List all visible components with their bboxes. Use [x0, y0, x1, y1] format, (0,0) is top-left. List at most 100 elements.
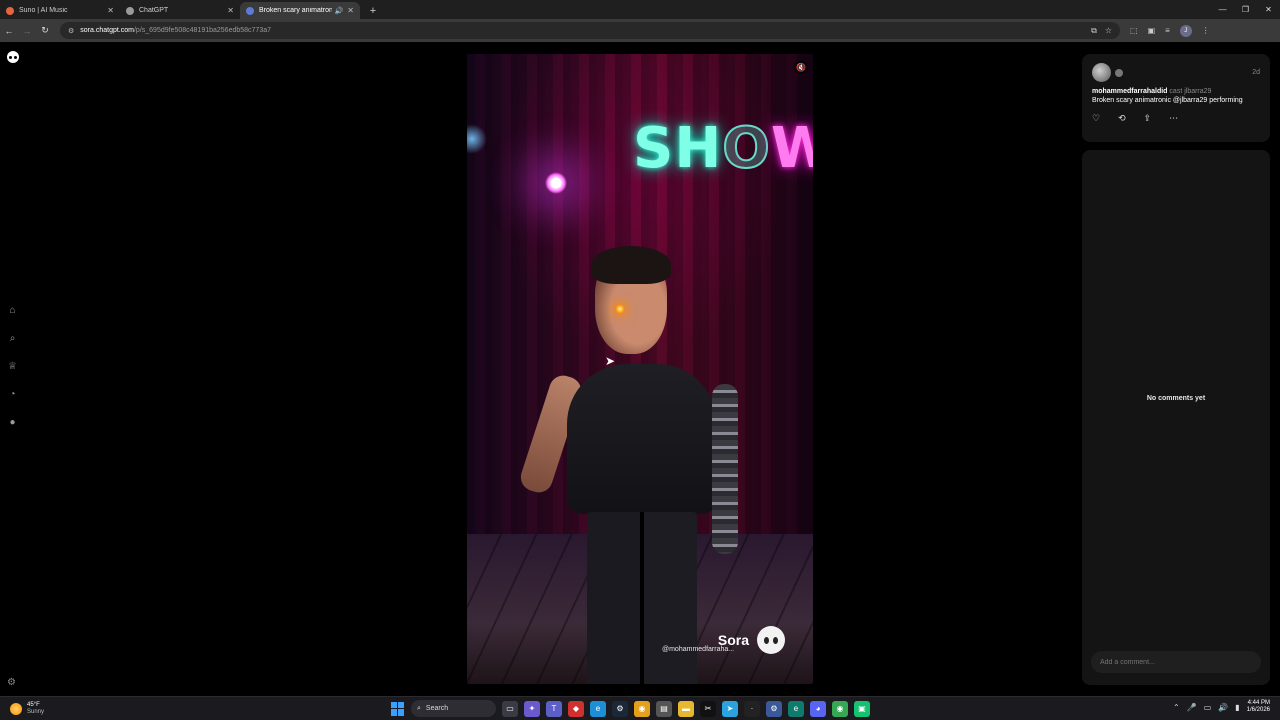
post-actions: ♡ ⟲ ⇪ ⋯	[1092, 113, 1260, 124]
home-icon[interactable]: ⌂	[6, 304, 19, 317]
discord-icon[interactable]: ◕	[810, 700, 826, 717]
weather-sun-icon	[10, 702, 22, 715]
close-window-icon[interactable]: ✕	[1257, 0, 1280, 19]
windows-start-icon[interactable]	[391, 701, 405, 716]
more-options-icon[interactable]: ⋯	[1169, 113, 1178, 124]
telegram-icon[interactable]: ➤	[722, 700, 738, 717]
minimize-icon[interactable]: —	[1211, 0, 1234, 19]
tab-sora-post[interactable]: Broken scary animatronic @ 🔊 ✕	[240, 2, 360, 19]
sora-logo-icon[interactable]	[7, 51, 19, 63]
post-info-card: 2d mohammedfarrahaldid cast jlbarra29 Br…	[1082, 54, 1270, 142]
cameo-badge-icon	[1115, 68, 1123, 77]
site-info-icon[interactable]: ⚙	[68, 27, 74, 35]
green-app-icon[interactable]: ▣	[854, 700, 870, 717]
task-view-icon[interactable]: ▭	[502, 700, 518, 717]
comment-input[interactable]	[1091, 651, 1261, 673]
edge-dev-icon[interactable]: e	[788, 700, 804, 717]
profile-icon[interactable]: ●	[6, 416, 19, 429]
tab-label: Broken scary animatronic @	[259, 7, 332, 14]
search-icon[interactable]: ⌕	[6, 332, 19, 345]
copilot-icon[interactable]: ✦	[524, 700, 540, 717]
capcut-icon[interactable]: ✂	[700, 700, 716, 717]
battery-icon[interactable]: ▮	[1235, 703, 1239, 712]
performer-torso	[567, 364, 717, 514]
trophy-icon[interactable]: ♕	[6, 360, 19, 373]
url-path: /p/s_695d9fe508c48191ba256edb58c773a7	[133, 27, 272, 34]
close-tab-icon[interactable]: ✕	[107, 6, 114, 15]
browser-tabstrip: Suno | AI Music ✕ ChatGPT ✕ Broken scary…	[0, 0, 1280, 19]
toolbar-right: ⬚ ▣ ≡ J ⋮	[1130, 24, 1210, 37]
back-icon[interactable]: ←	[0, 22, 18, 40]
red-app-icon[interactable]: ◆	[568, 700, 584, 717]
tray-overflow-icon[interactable]: ⌃	[1173, 703, 1180, 712]
taskbar-search-label: Search	[425, 705, 449, 712]
post-header: 2d	[1092, 63, 1260, 82]
video-player[interactable]: SHOW 🔇 ➤ @mohammedfarraha... Sora	[467, 54, 813, 684]
browser-toolbar: ← → ↻ ⚙ sora.chatgpt.com /p/s_695d9fe508…	[0, 19, 1280, 42]
taskbar-search[interactable]: ⌕ Search	[411, 700, 496, 717]
tab-label: ChatGPT	[139, 7, 169, 14]
media-control-icon[interactable]: ▣	[1148, 26, 1156, 35]
reload-icon[interactable]: ↻	[36, 22, 54, 40]
blank-app-icon[interactable]: ·	[744, 700, 760, 717]
taskbar-apps: ⌕ Search ▭ ✦ T ◆ e ⚙ ◉ ▤ ▬ ✂ ➤ · ⚙ e ◕ ◉…	[391, 700, 870, 717]
close-tab-icon[interactable]: ✕	[227, 6, 234, 15]
file-explorer-icon[interactable]: ▬	[678, 700, 694, 717]
comments-panel: No comments yet	[1082, 150, 1270, 685]
post-time: 2d	[1252, 69, 1260, 76]
like-icon[interactable]: ♡	[1092, 113, 1100, 124]
post-username[interactable]: mohammedfarrahaldid	[1092, 88, 1167, 95]
avatar[interactable]	[1092, 63, 1111, 82]
tab-search-icon[interactable]: ≡	[1165, 26, 1170, 35]
restore-icon[interactable]: ❐	[1234, 0, 1257, 19]
store-icon[interactable]: ▤	[656, 700, 672, 717]
no-comments-text: No comments yet	[1146, 395, 1206, 402]
audio-playing-icon[interactable]: 🔊	[335, 7, 344, 15]
install-app-icon[interactable]: ⧉	[1091, 26, 1097, 36]
teams-icon[interactable]: T	[546, 700, 562, 717]
window-controls: — ❐ ✕	[1211, 0, 1280, 19]
performer-hair	[591, 246, 671, 284]
chatgpt-favicon-icon	[126, 6, 134, 15]
forward-icon[interactable]: →	[18, 22, 36, 40]
sora-ghost-icon	[757, 626, 785, 654]
close-tab-icon[interactable]: ✕	[347, 6, 354, 15]
new-tab-button[interactable]: +	[366, 2, 380, 19]
screen: Suno | AI Music ✕ ChatGPT ✕ Broken scary…	[0, 0, 1280, 720]
post-cast[interactable]: cast jlbarra29	[1169, 88, 1211, 95]
edge-icon[interactable]: e	[590, 700, 606, 717]
clock-date: 1/6/2026	[1246, 707, 1270, 713]
post-caption: Broken scary animatronic @jlbarra29 perf…	[1092, 97, 1243, 104]
chrome-active-icon[interactable]: ◉	[832, 700, 848, 717]
microphone-icon[interactable]: 🎤	[1187, 703, 1197, 712]
display-icon[interactable]: ▭	[1204, 703, 1212, 712]
neon-sign-part: W	[770, 116, 813, 181]
settings-icon[interactable]: ⚙	[7, 677, 16, 688]
steam-icon[interactable]: ⚙	[612, 700, 628, 717]
chrome-icon[interactable]: ◉	[634, 700, 650, 717]
bookmark-star-icon[interactable]: ☆	[1105, 26, 1112, 36]
share-icon[interactable]: ⇪	[1144, 113, 1152, 124]
watermark-brand: Sora	[717, 632, 749, 648]
remix-icon[interactable]: ⟲	[1118, 113, 1126, 124]
tab-suno[interactable]: Suno | AI Music ✕	[0, 2, 120, 19]
menu-icon[interactable]: ⋮	[1202, 26, 1210, 35]
volume-icon[interactable]: 🔊	[1218, 703, 1228, 712]
performer-robot-arm	[712, 384, 738, 554]
windows-taskbar: 45°F Sunny ⌕ Search ▭ ✦ T ◆ e ⚙ ◉ ▤ ▬ ✂ …	[0, 696, 1280, 720]
system-clock[interactable]: 4:44 PM 1/6/2026	[1247, 700, 1270, 714]
clock-time: 4:44 PM	[1247, 700, 1270, 706]
settings-app-icon[interactable]: ⚙	[766, 700, 782, 717]
search-icon: ⌕	[417, 704, 421, 712]
weather-widget[interactable]: 45°F Sunny	[10, 702, 44, 716]
tab-chatgpt[interactable]: ChatGPT ✕	[120, 2, 240, 19]
extensions-icon[interactable]: ⬚	[1130, 26, 1138, 35]
mute-icon[interactable]: 🔇	[794, 60, 808, 74]
notification-icon[interactable]: ◔	[6, 388, 19, 401]
suno-favicon-icon	[6, 6, 14, 15]
address-bar[interactable]: ⚙ sora.chatgpt.com /p/s_695d9fe508c48191…	[60, 22, 1120, 39]
profile-avatar[interactable]: J	[1179, 24, 1192, 37]
sora-watermark: Sora	[718, 626, 785, 654]
sora-page: ⌂ ⌕ ♕ ◔ ● ⚙ SHOW 🔇 ➤ @mohammedfarraha...…	[0, 42, 1280, 696]
animatronic-performer	[517, 246, 738, 684]
